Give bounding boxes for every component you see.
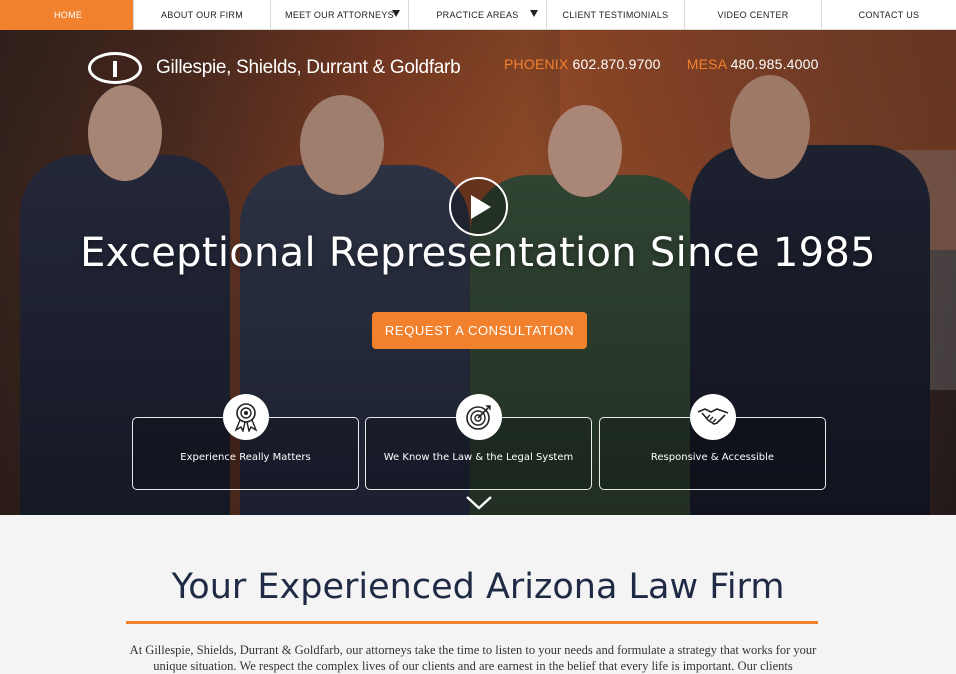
phone-city: MESA [686, 56, 727, 72]
nav-item-attorneys[interactable]: MEET OUR ATTORNEYS [271, 0, 409, 30]
top-navigation: HOME ABOUT OUR FIRM MEET OUR ATTORNEYS P… [0, 0, 956, 30]
feature-label: Responsive & Accessible [650, 452, 775, 463]
nav-label: CONTACT US [858, 10, 920, 20]
target-icon [456, 394, 502, 440]
nav-item-testimonials[interactable]: CLIENT TESTIMONIALS [547, 0, 685, 30]
award-ribbon-icon [223, 394, 269, 440]
phone-city: PHOENIX [504, 56, 569, 72]
section-title: Your Experienced Arizona Law Firm [171, 567, 785, 607]
nav-item-contact[interactable]: CONTACT US [822, 0, 956, 30]
feature-label: Experience Really Matters [180, 452, 311, 463]
caret-down-icon [392, 10, 400, 17]
nav-item-about[interactable]: ABOUT OUR FIRM [134, 0, 271, 30]
title-divider [126, 621, 818, 624]
feature-card-responsive: Responsive & Accessible [599, 394, 826, 490]
nav-label: HOME [54, 10, 83, 20]
firm-logo[interactable]: Gillespie, Shields, Durrant & Goldfarb [88, 52, 461, 84]
nav-item-practice-areas[interactable]: PRACTICE AREAS [409, 0, 547, 30]
nav-label: ABOUT OUR FIRM [160, 10, 244, 20]
nav-label: MEET OUR ATTORNEYS [285, 10, 394, 20]
nav-label: PRACTICE AREAS [436, 10, 519, 20]
hero-headline: Exceptional Representation Since 1985 [80, 230, 876, 276]
feature-label: We Know the Law & the Legal System [383, 452, 574, 463]
phone-numbers: PHOENIX 602.870.9700 MESA 480.985.4000 [504, 56, 819, 72]
caret-down-icon [530, 10, 538, 17]
logo-text: Gillespie, Shields, Durrant & Goldfarb [156, 57, 461, 78]
play-icon [471, 195, 491, 219]
phone-number[interactable]: 480.985.4000 [731, 56, 819, 72]
handshake-icon [690, 394, 736, 440]
feature-card-law: We Know the Law & the Legal System [365, 394, 592, 490]
nav-label: CLIENT TESTIMONIALS [562, 10, 669, 20]
logo-mark-icon [88, 52, 142, 84]
nav-label: VIDEO CENTER [717, 10, 789, 20]
nav-item-home[interactable]: HOME [0, 0, 134, 30]
section-body: At Gillespie, Shields, Durrant & Goldfar… [129, 643, 817, 673]
nav-item-video-center[interactable]: VIDEO CENTER [685, 0, 822, 30]
request-consultation-button[interactable]: REQUEST A CONSULTATION [372, 312, 587, 349]
hero-banner: Gillespie, Shields, Durrant & Goldfarb P… [0, 30, 956, 515]
scroll-down-icon[interactable] [466, 496, 492, 515]
intro-section: Your Experienced Arizona Law Firm At Gil… [0, 515, 956, 674]
phone-number[interactable]: 602.870.9700 [573, 56, 661, 72]
feature-card-experience: Experience Really Matters [132, 394, 359, 490]
play-video-button[interactable] [449, 177, 508, 236]
